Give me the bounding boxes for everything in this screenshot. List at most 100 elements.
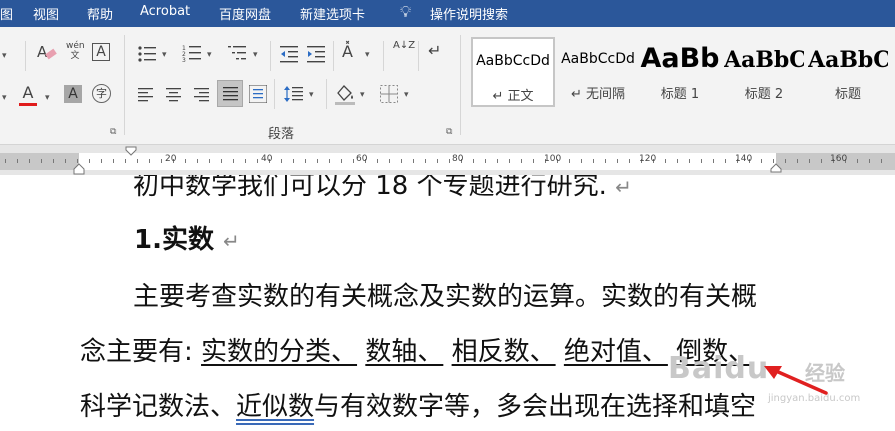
font-color-icon[interactable]: A bbox=[19, 83, 37, 106]
style-heading-1[interactable]: AaBb 标题 1 bbox=[640, 37, 720, 107]
line-text: 初中数学我们可以分 18 个专题进行研究. bbox=[133, 175, 607, 201]
ruler-tick bbox=[53, 159, 54, 163]
ruler-tick bbox=[245, 159, 246, 163]
enclose-characters-icon[interactable]: 字 bbox=[92, 84, 111, 103]
baidu-watermark-logo: Baidu bbox=[668, 351, 770, 386]
paragraph-mark: ↵ bbox=[223, 229, 240, 253]
paragraph-dialog-launcher-icon[interactable]: ⧉ bbox=[446, 127, 452, 137]
style-title[interactable]: AaBbC 标题 bbox=[808, 37, 888, 107]
svg-text:A: A bbox=[37, 43, 48, 61]
hanging-indent-marker[interactable] bbox=[73, 163, 85, 175]
bullets-icon[interactable] bbox=[137, 45, 157, 63]
menu-item-baidu-netdisk[interactable]: 百度网盘 bbox=[219, 4, 271, 23]
heading-text: 1.实数 bbox=[134, 225, 214, 255]
document-canvas[interactable]: 初中数学我们可以分 18 个专题进行研究. ↵ 1.实数 ↵ 主要考查实数的有关… bbox=[0, 175, 895, 431]
ruler-tick bbox=[221, 159, 222, 163]
character-border-icon[interactable]: A bbox=[92, 43, 110, 61]
chevron-down-icon[interactable]: ▾ bbox=[253, 50, 258, 60]
lightbulb-icon: 💡︎ bbox=[400, 2, 412, 21]
paint-bucket-icon[interactable] bbox=[335, 83, 355, 105]
ruler-label: 140 bbox=[735, 154, 753, 164]
tell-me-search[interactable]: 操作说明搜索 bbox=[430, 4, 508, 23]
ruler-left-margin bbox=[0, 153, 79, 170]
chevron-down-icon[interactable]: ▾ bbox=[360, 90, 365, 100]
ruler-tick bbox=[725, 159, 726, 163]
chevron-down-icon[interactable]: ▾ bbox=[404, 90, 409, 100]
borders-icon[interactable] bbox=[380, 85, 398, 103]
ruler-tick bbox=[881, 159, 882, 163]
decrease-indent-icon[interactable] bbox=[280, 45, 300, 63]
phonetic-guide-icon[interactable]: wén 文 bbox=[66, 41, 85, 61]
numbering-icon[interactable]: 1 2 3 bbox=[182, 44, 202, 64]
ruler-tick bbox=[629, 159, 630, 163]
divider bbox=[270, 41, 271, 71]
first-line-indent-marker[interactable] bbox=[125, 146, 137, 156]
ruler-label: 20 bbox=[165, 154, 177, 164]
ruler-tick bbox=[713, 159, 714, 163]
ruler-tick bbox=[137, 159, 138, 163]
ruler-tick bbox=[425, 159, 426, 163]
line-text: 与有效数字等，多会出现在选择和填空 bbox=[314, 392, 757, 422]
document-line: 念主要有: 实数的分类、 数轴、 相反数、 绝对值、 倒数、 bbox=[80, 331, 754, 368]
menu-item-acrobat[interactable]: Acrobat bbox=[140, 4, 190, 19]
show-formatting-marks-icon[interactable]: ↵ bbox=[428, 41, 441, 60]
distributed-icon[interactable] bbox=[249, 85, 267, 103]
increase-indent-icon[interactable] bbox=[307, 45, 327, 63]
chevron-down-icon[interactable]: ▾ bbox=[162, 50, 167, 60]
ruler-tick bbox=[29, 159, 30, 163]
chevron-down-icon[interactable]: ▾ bbox=[45, 93, 50, 103]
horizontal-ruler[interactable]: 20 40 60 80 100 120 140 160 bbox=[0, 145, 895, 175]
style-sample: AaBbC bbox=[808, 47, 888, 73]
style-heading-2[interactable]: AaBbC 标题 2 bbox=[724, 37, 804, 107]
align-left-icon[interactable] bbox=[138, 87, 154, 103]
ruler-label: 120 bbox=[639, 154, 657, 164]
font-color-glyph: A bbox=[22, 83, 34, 102]
divider bbox=[124, 35, 125, 135]
underlined-term: 相反数、 bbox=[451, 337, 556, 367]
chinese-layout-icon[interactable]: A̽ bbox=[342, 42, 353, 61]
character-shading-icon[interactable]: A bbox=[64, 85, 82, 103]
ruler-tick bbox=[581, 159, 582, 163]
menu-item-view[interactable]: 视图 bbox=[33, 4, 59, 23]
sort-icon[interactable]: A↓Z bbox=[393, 41, 415, 51]
ruler-label: 60 bbox=[356, 154, 368, 164]
ruler-tick bbox=[473, 159, 474, 163]
font-dialog-launcher-icon[interactable]: ⧉ bbox=[110, 127, 116, 137]
divider bbox=[326, 79, 327, 109]
justify-button[interactable] bbox=[217, 80, 243, 107]
ruler-tick bbox=[869, 159, 870, 163]
style-no-spacing[interactable]: AaBbCcDd ↵ 无间隔 bbox=[556, 37, 640, 107]
ruler-tick bbox=[293, 159, 294, 163]
multilevel-list-icon[interactable] bbox=[228, 44, 248, 64]
ruler-tick bbox=[761, 159, 762, 163]
chevron-down-icon[interactable]: ▾ bbox=[2, 93, 7, 103]
ruler-tick bbox=[197, 159, 198, 163]
right-indent-marker[interactable] bbox=[770, 163, 782, 173]
ruler-tick bbox=[665, 159, 666, 163]
style-name: 标题 1 bbox=[660, 87, 700, 102]
ruler-tick bbox=[89, 159, 90, 163]
style-normal[interactable]: AaBbCcDd ↵ 正文 bbox=[471, 37, 555, 107]
ruler-tick bbox=[233, 159, 234, 163]
menu-item-help[interactable]: 帮助 bbox=[87, 4, 113, 23]
chevron-down-icon[interactable]: ▾ bbox=[309, 90, 314, 100]
underlined-term: 实数的分类、 bbox=[201, 337, 358, 367]
menu-item-new-tab[interactable]: 新建选项卡 bbox=[300, 4, 365, 23]
menu-item-design[interactable]: 图 bbox=[0, 4, 13, 23]
chevron-down-icon[interactable]: ▾ bbox=[207, 50, 212, 60]
chevron-down-icon[interactable]: ▾ bbox=[2, 51, 7, 61]
ruler-tick bbox=[809, 159, 810, 163]
ruler-tick bbox=[65, 159, 66, 163]
ruler-tick bbox=[797, 159, 798, 163]
svg-text:3: 3 bbox=[182, 57, 186, 64]
line-spacing-icon[interactable] bbox=[284, 85, 304, 103]
align-center-icon[interactable] bbox=[166, 87, 182, 103]
align-right-icon[interactable] bbox=[194, 87, 210, 103]
ruler-tick bbox=[41, 159, 42, 163]
clear-formatting-icon[interactable]: A bbox=[36, 43, 58, 63]
ruler-tick bbox=[689, 159, 690, 163]
divider bbox=[383, 41, 384, 71]
ruler-label: 100 bbox=[544, 154, 562, 164]
document-line: 初中数学我们可以分 18 个专题进行研究. ↵ bbox=[133, 175, 632, 202]
chevron-down-icon[interactable]: ▾ bbox=[365, 50, 370, 60]
